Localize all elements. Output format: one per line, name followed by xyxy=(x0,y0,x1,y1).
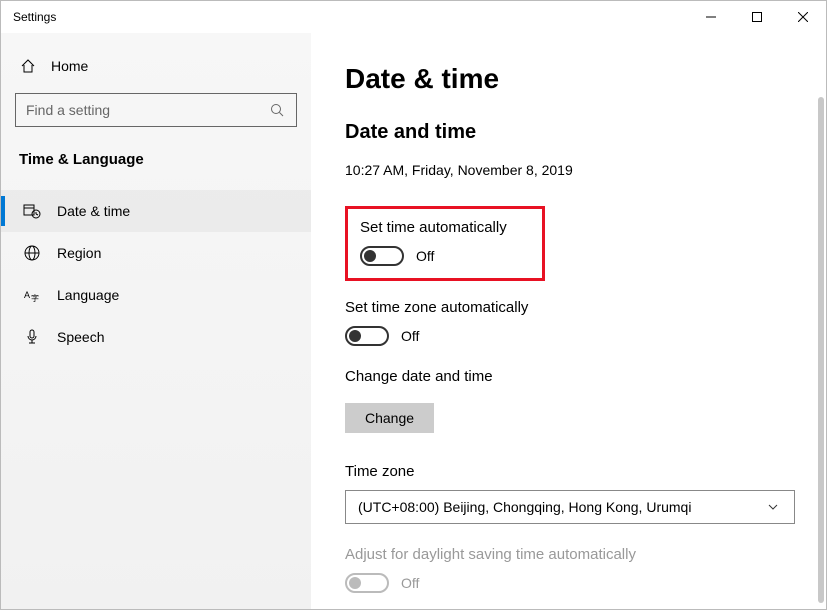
chevron-down-icon xyxy=(764,498,782,516)
home-nav[interactable]: Home xyxy=(15,51,297,93)
change-date-time-label: Change date and time xyxy=(345,368,796,385)
window-title: Settings xyxy=(13,10,56,24)
sidebar-item-label: Language xyxy=(57,287,119,303)
microphone-icon xyxy=(23,328,41,346)
dst-label: Adjust for daylight saving time automati… xyxy=(345,546,796,563)
sidebar-item-date-time[interactable]: Date & time xyxy=(1,190,311,232)
sidebar-item-label: Date & time xyxy=(57,203,130,219)
set-tz-auto-toggle[interactable] xyxy=(345,326,389,346)
globe-icon xyxy=(23,244,41,262)
vertical-scrollbar[interactable] xyxy=(818,97,824,603)
page-title: Date & time xyxy=(345,63,796,95)
set-tz-auto-state: Off xyxy=(401,328,419,344)
home-icon xyxy=(19,57,37,75)
search-input[interactable]: Find a setting xyxy=(15,93,297,127)
maximize-button[interactable] xyxy=(734,1,780,33)
dst-state: Off xyxy=(401,575,419,591)
set-time-auto-state: Off xyxy=(416,248,434,264)
sub-title: Date and time xyxy=(345,121,796,144)
svg-text:字: 字 xyxy=(31,293,39,303)
set-time-auto-label: Set time automatically xyxy=(360,219,530,236)
timezone-label: Time zone xyxy=(345,463,796,480)
timezone-select[interactable]: (UTC+08:00) Beijing, Chongqing, Hong Kon… xyxy=(345,490,795,524)
set-time-auto-toggle[interactable] xyxy=(360,246,404,266)
change-button[interactable]: Change xyxy=(345,403,434,433)
language-icon: A字 xyxy=(23,286,41,304)
dst-toggle xyxy=(345,573,389,593)
home-label: Home xyxy=(51,58,88,74)
close-button[interactable] xyxy=(780,1,826,33)
highlight-set-time-auto: Set time automatically Off xyxy=(345,206,545,281)
current-datetime: 10:27 AM, Friday, November 8, 2019 xyxy=(345,162,796,178)
timezone-value: (UTC+08:00) Beijing, Chongqing, Hong Kon… xyxy=(358,499,691,515)
sidebar-item-label: Speech xyxy=(57,329,104,345)
set-tz-auto-label: Set time zone automatically xyxy=(345,299,796,316)
search-icon xyxy=(268,101,286,119)
svg-text:A: A xyxy=(24,290,30,300)
sidebar-section-title: Time & Language xyxy=(15,151,297,168)
minimize-button[interactable] xyxy=(688,1,734,33)
sidebar-item-speech[interactable]: Speech xyxy=(1,316,311,358)
search-placeholder: Find a setting xyxy=(26,102,268,118)
sidebar-item-region[interactable]: Region xyxy=(1,232,311,274)
clock-calendar-icon xyxy=(23,202,41,220)
sidebar-item-label: Region xyxy=(57,245,101,261)
sidebar-item-language[interactable]: A字 Language xyxy=(1,274,311,316)
